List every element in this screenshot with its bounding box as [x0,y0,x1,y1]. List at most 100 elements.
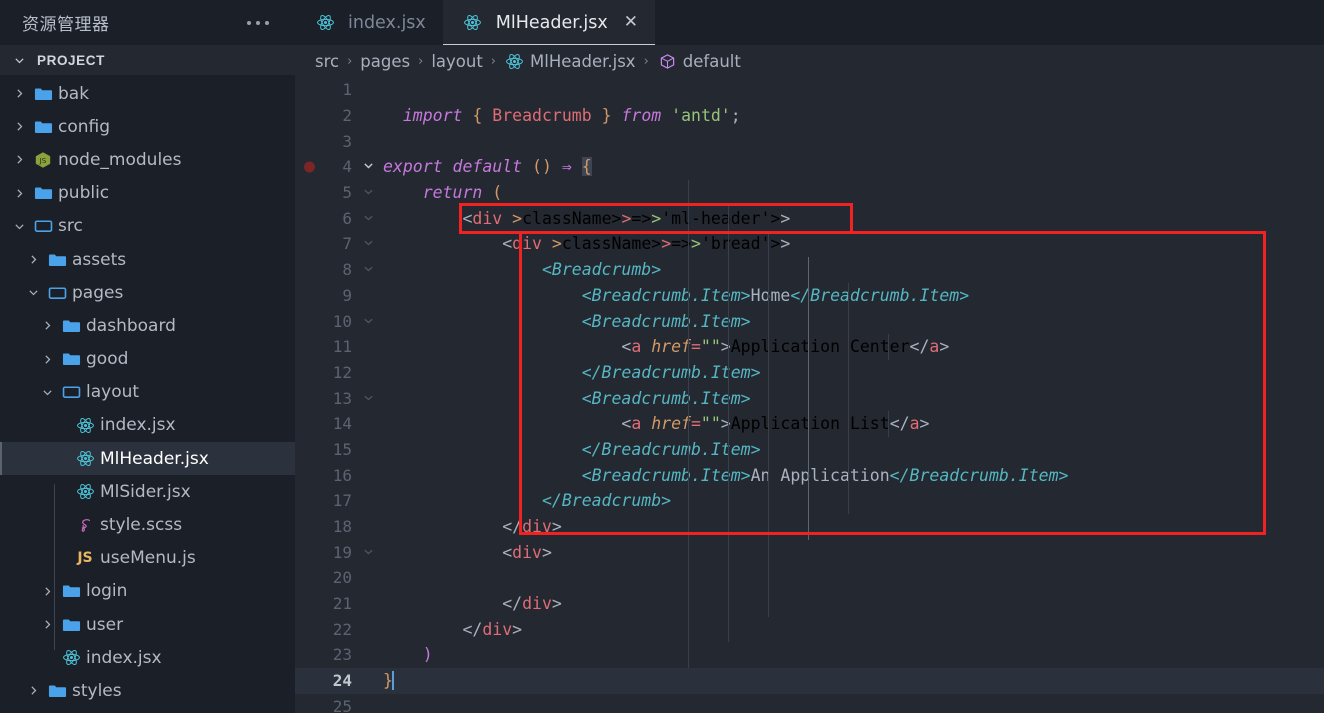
code-text: <a href="">Application Center</a> [621,337,950,357]
fold-collapsed-icon[interactable] [357,186,379,199]
breadcrumb-segment-layout[interactable]: layout [431,52,482,71]
tab-label: MlHeader.jsx [495,12,608,33]
code-line[interactable]: 7 <div >className>>=>>'bread'>> [295,231,1324,257]
tree-file-row[interactable]: index.jsx [0,409,295,442]
code-line[interactable]: 13 <Breadcrumb.Item> [295,385,1324,411]
tree-folder-row[interactable]: src [0,210,295,243]
tree-item-label: user [86,614,124,635]
code-editor[interactable]: 12 import { Breadcrumb } from 'antd'; 3 4 e… [295,77,1324,713]
code-line[interactable]: 17 </Breadcrumb> [295,488,1324,514]
fold-collapsed-icon[interactable] [357,237,379,250]
line-number: 25 [332,696,352,713]
close-icon[interactable]: ✕ [624,14,638,31]
tree-item-label: dashboard [86,315,176,336]
chevron-right-icon[interactable] [8,154,30,165]
code-line[interactable]: 24} [295,667,1324,694]
line-number: 8 [342,260,352,280]
folder-icon [58,583,84,599]
chevron-right-icon[interactable] [22,685,44,696]
tree-folder-row[interactable]: config [0,110,295,143]
fold-collapsed-icon[interactable] [357,392,379,405]
code-line[interactable]: 15 </Breadcrumb.Item> [295,437,1324,463]
chevron-right-icon[interactable] [36,320,58,331]
breadcrumb-segment-default[interactable]: default [657,52,741,71]
code-line[interactable]: 16 <Breadcrumb.Item>An Application</Brea… [295,462,1324,488]
tree-folder-row[interactable]: dashboard [0,309,295,342]
chevron-down-icon[interactable] [22,287,44,298]
folder-icon [58,617,84,633]
chevron-right-icon: › [643,53,649,69]
code-line[interactable]: 6 <div >className>>=>>'ml-header'>> [295,205,1324,231]
tree-item-label: style.scss [100,515,183,536]
breakpoint-icon[interactable] [304,161,315,173]
tree-folder-row[interactable]: public [0,177,295,210]
tree-folder-row[interactable]: styles [0,674,295,707]
react-icon [504,52,525,71]
fold-collapsed-icon[interactable] [357,546,379,559]
fold-collapsed-icon[interactable] [357,263,379,276]
code-line[interactable]: 22 </div> [295,616,1324,642]
chevron-right-icon[interactable] [36,354,58,365]
line-number: 10 [332,311,352,331]
tree-file-row[interactable]: style.scss [0,508,295,541]
folder-icon [30,119,56,135]
code-line[interactable]: 25 [295,694,1324,713]
code-line[interactable]: 4 export default () ⇒ { [295,154,1324,180]
fold-collapsed-icon[interactable] [357,212,379,225]
code-line[interactable]: 23 ) [295,642,1324,668]
code-line[interactable]: 3 [295,128,1324,154]
code-line[interactable]: 19 <div> [295,539,1324,565]
tree-folder-row[interactable]: layout [0,376,295,409]
indent-guide [888,411,889,437]
code-line[interactable]: 9 <Breadcrumb.Item>Home</Breadcrumb.Item… [295,283,1324,309]
tree-folder-row[interactable]: login [0,575,295,608]
code-line[interactable]: 1 [295,77,1324,103]
indent-guide [888,334,889,360]
fold-collapsed-icon[interactable] [357,315,379,328]
chevron-right-icon[interactable] [8,121,30,132]
code-line[interactable]: 14 <a href="">Application List</a> [295,411,1324,437]
breadcrumb-segment-mlheader-jsx[interactable]: MlHeader.jsx [504,52,636,71]
line-number: 11 [332,337,352,357]
code-line[interactable]: 21 </div> [295,591,1324,617]
code-text: <Breadcrumb.Item>An Application</Breadcr… [581,465,1069,485]
tree-folder-row[interactable]: pages [0,276,295,309]
code-line[interactable]: 5 return ( [295,180,1324,206]
tree-item-label: public [58,183,110,204]
code-text: </div> [502,594,562,614]
tree-file-row[interactable]: MlSider.jsx [0,475,295,508]
chevron-right-icon[interactable] [22,254,44,265]
tree-file-row[interactable]: index.jsx [0,641,295,674]
code-line[interactable]: 18 </div> [295,514,1324,540]
tree-file-row[interactable]: MlHeader.jsx [0,442,295,476]
code-line[interactable]: 20 [295,565,1324,591]
tree-folder-row[interactable]: JS node_modules [0,143,295,176]
code-line[interactable]: 2 import { Breadcrumb } from 'antd'; [295,103,1324,129]
code-lines[interactable]: 12 import { Breadcrumb } from 'antd'; 3 4 e… [295,77,1324,713]
chevron-right-icon[interactable] [8,88,30,99]
tree-folder-row[interactable]: user [0,608,295,641]
code-line[interactable]: 12 </Breadcrumb.Item> [295,360,1324,386]
breadcrumb-segment-pages[interactable]: pages [360,52,410,71]
tree-file-row[interactable]: JS useMenu.js [0,542,295,575]
tab-index-jsx[interactable]: index.jsx [295,0,443,45]
tree-folder-row[interactable]: bak [0,77,295,110]
chevron-right-icon[interactable] [8,188,30,199]
tree-item-label: node_modules [58,149,182,170]
code-line[interactable]: 11 <a href="">Application Center</a> [295,334,1324,360]
explorer-header: 资源管理器 [0,0,295,45]
fold-open-icon[interactable] [357,160,379,173]
sass-icon [72,516,98,535]
chevron-down-icon[interactable] [36,387,58,398]
code-line[interactable]: 10 <Breadcrumb.Item> [295,308,1324,334]
line-number: 15 [332,439,352,459]
tab-mlheader-jsx[interactable]: MlHeader.jsx ✕ [442,0,656,45]
chevron-down-icon[interactable] [8,221,30,232]
project-root-label: PROJECT [37,52,105,68]
breadcrumb-segment-src[interactable]: src [315,52,339,71]
more-actions-icon[interactable] [247,20,281,25]
code-line[interactable]: 8 <Breadcrumb> [295,257,1324,283]
tree-folder-row[interactable]: good [0,343,295,376]
project-root-row[interactable]: PROJECT [0,45,295,75]
tree-folder-row[interactable]: assets [0,243,295,276]
